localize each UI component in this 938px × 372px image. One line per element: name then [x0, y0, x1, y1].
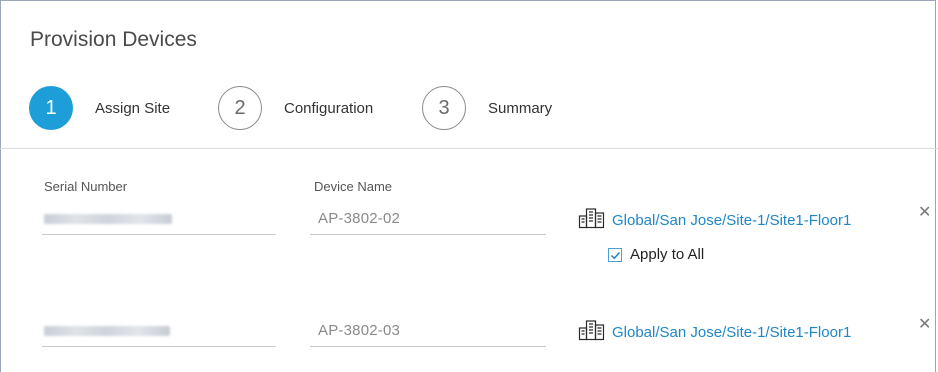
apply-to-all[interactable]: Apply to All [608, 246, 704, 263]
step-label: Assign Site [95, 99, 171, 117]
step-summary[interactable]: 3 Summary [422, 84, 552, 132]
step-number-2: 2 [218, 86, 262, 130]
site-path: Global/San Jose/Site-1/Site1-Floor1 [612, 323, 852, 341]
close-icon[interactable]: ✕ [918, 317, 931, 333]
site-path: Global/San Jose/Site-1/Site1-Floor1 [612, 211, 852, 229]
checkmark-icon [610, 251, 621, 259]
site-link[interactable]: Global/San Jose/Site-1/Site1-Floor1 [578, 207, 851, 233]
step-label: Configuration [284, 99, 374, 117]
step-number-1: 1 [29, 86, 73, 130]
section-divider [0, 148, 938, 149]
device-name-field[interactable]: AP-3802-02 [310, 210, 546, 235]
step-configuration[interactable]: 2 Configuration [218, 84, 373, 132]
device-name-value: AP-3802-02 [318, 210, 401, 227]
serial-number-field[interactable] [42, 210, 276, 235]
building-icon [578, 207, 612, 233]
site-link[interactable]: Global/San Jose/Site-1/Site1-Floor1 [578, 319, 851, 345]
apply-to-all-checkbox[interactable] [608, 247, 622, 262]
redacted-serial [44, 326, 170, 336]
apply-to-all-label: Apply to All [630, 246, 705, 263]
serial-number-field[interactable] [42, 322, 276, 347]
step-label: Summary [488, 99, 553, 117]
provision-devices-panel [0, 0, 936, 372]
page-title: Provision Devices [30, 28, 197, 51]
serial-number-header: Serial Number [44, 179, 128, 194]
redacted-serial [44, 214, 172, 224]
building-icon [578, 319, 612, 345]
step-number-3: 3 [422, 86, 466, 130]
device-name-value: AP-3802-03 [318, 322, 401, 339]
close-icon[interactable]: ✕ [918, 205, 931, 221]
device-name-header: Device Name [314, 179, 393, 194]
step-assign-site[interactable]: 1 Assign Site [29, 84, 170, 132]
device-name-field[interactable]: AP-3802-03 [310, 322, 546, 347]
